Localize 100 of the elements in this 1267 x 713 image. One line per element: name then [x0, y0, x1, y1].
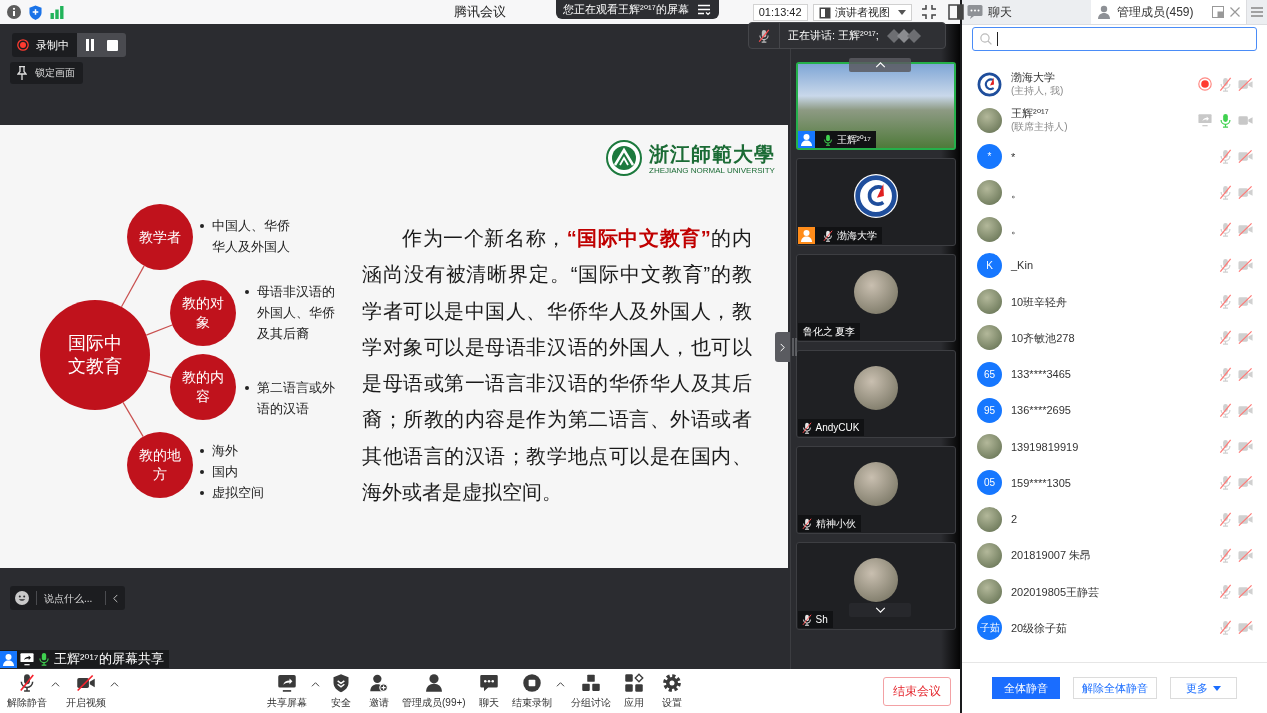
search-field[interactable]	[972, 27, 1257, 51]
mute-all-button[interactable]: 全体静音	[992, 677, 1060, 699]
video-tile[interactable]: AndyCUK	[795, 350, 956, 438]
stop-recording-button[interactable]: 结束录制	[507, 672, 556, 710]
avatar-photo	[977, 289, 1002, 315]
resize-handle-icon[interactable]	[792, 338, 797, 356]
start-video-button[interactable]: 开启视频	[62, 672, 110, 710]
share-screen-button[interactable]: 共享屏幕	[263, 672, 311, 710]
muted-mic-icon[interactable]	[1217, 76, 1233, 92]
menu-icon[interactable]	[1250, 7, 1263, 17]
video-tile[interactable]: 王辉²⁰¹⁷	[795, 62, 956, 150]
camera-off-icon[interactable]	[1237, 402, 1253, 418]
avatar-initials: 95	[977, 397, 1002, 423]
video-tile[interactable]: 精神小伙	[795, 446, 956, 534]
end-meeting-button[interactable]: 结束会议	[883, 676, 951, 706]
caret-up-icon[interactable]	[555, 681, 565, 687]
scroll-down-button[interactable]	[849, 603, 911, 617]
logo-subtitle: ZHEJIANG NORMAL UNIVERSITY	[649, 166, 775, 176]
chat-button[interactable]: 聊天	[469, 672, 508, 710]
members-button[interactable]: 管理成员(99+)	[398, 672, 470, 710]
member-name: 136****2695	[1011, 403, 1071, 418]
close-icon[interactable]	[1229, 7, 1240, 17]
view-mode-dropdown[interactable]: 演讲者视图	[812, 4, 912, 21]
apps-button[interactable]: 应用	[614, 672, 653, 710]
muted-mic-icon[interactable]	[1217, 620, 1233, 636]
settings-button[interactable]: 设置	[652, 672, 691, 710]
breakout-rooms-button[interactable]: 分组讨论	[566, 672, 615, 710]
list-icon[interactable]	[696, 3, 711, 16]
muted-mic-icon[interactable]	[1217, 475, 1233, 491]
bullet-text: 母语非汉语的外国人、华侨及其后裔	[257, 283, 336, 343]
member-name: 渤海大学	[1011, 70, 1055, 85]
caret-up-icon[interactable]	[311, 681, 320, 687]
viewing-notice: 您正在观看王辉²⁰¹⁷的屏幕	[563, 2, 689, 17]
camera-off-icon[interactable]	[1237, 149, 1253, 165]
camera-off-icon[interactable]	[1237, 76, 1253, 92]
muted-mic-icon[interactable]	[1217, 366, 1233, 382]
more-button[interactable]: 更多	[1170, 677, 1237, 699]
bullet-icon	[200, 223, 204, 228]
connector-line	[147, 370, 172, 379]
participant-name: 王辉²⁰¹⁷	[836, 132, 871, 147]
emblem-icon	[606, 140, 642, 176]
panel-tab[interactable]: 管理成员(459)	[1091, 0, 1202, 24]
muted-mic-icon[interactable]	[1217, 149, 1233, 165]
signal-icon[interactable]	[50, 5, 64, 19]
camera-off-icon[interactable]	[1237, 294, 1253, 310]
stop-circle-icon	[521, 672, 542, 693]
camera-off-icon[interactable]	[1237, 584, 1253, 600]
muted-mic-icon[interactable]	[1217, 439, 1233, 455]
camera-off-icon[interactable]	[1237, 221, 1253, 237]
share-label-text: 王辉²⁰¹⁷的屏幕共享	[54, 650, 164, 668]
lock-view-button[interactable]: 锁定画面	[10, 62, 83, 84]
camera-off-icon[interactable]	[1237, 547, 1253, 563]
emoji-icon[interactable]	[15, 591, 29, 605]
shield-icon[interactable]	[29, 5, 42, 20]
muted-mic-icon[interactable]	[1217, 257, 1233, 273]
camera-off-icon[interactable]	[1237, 257, 1253, 273]
muted-mic-icon[interactable]	[1217, 402, 1233, 418]
muted-mic-icon[interactable]	[1217, 221, 1233, 237]
muted-mic-icon[interactable]	[1217, 294, 1233, 310]
camera-off-icon[interactable]	[1237, 511, 1253, 527]
camera-off-icon[interactable]	[1237, 330, 1253, 346]
avatar-initials: *	[977, 144, 1002, 170]
camera-off-icon[interactable]	[1237, 475, 1253, 491]
muted-mic-icon[interactable]	[1217, 185, 1233, 201]
mic-icon	[37, 652, 51, 666]
exit-fullscreen-icon[interactable]	[920, 4, 937, 20]
camera-off-icon[interactable]	[1237, 439, 1253, 455]
muted-mic-icon[interactable]	[1217, 584, 1233, 600]
video-tile[interactable]: 鲁化之 夏李	[795, 254, 956, 342]
recording-label: 录制中	[36, 37, 69, 53]
shield-icon	[331, 672, 351, 693]
caret-up-icon[interactable]	[110, 681, 119, 687]
muted-mic-icon[interactable]	[1217, 511, 1233, 527]
panel-tab[interactable]: 聊天	[962, 0, 1092, 24]
collapse-strip-button[interactable]	[775, 332, 790, 362]
sidebar-toggle-icon[interactable]	[947, 4, 964, 20]
camera-off-icon[interactable]	[1237, 366, 1253, 382]
bullet-icon	[200, 448, 204, 453]
unmute-all-button[interactable]: 解除全体静音	[1073, 677, 1157, 699]
chat-input-field[interactable]: 说点什么...	[44, 592, 98, 604]
unmute-button[interactable]: 解除静音	[3, 672, 51, 710]
info-icon[interactable]	[7, 5, 21, 19]
member-role: (主持人, 我)	[1011, 84, 1064, 99]
video-tile[interactable]: 渤海大学	[795, 158, 956, 246]
muted-mic-icon[interactable]	[1217, 547, 1233, 563]
caret-up-icon[interactable]	[51, 681, 60, 687]
muted-mic-icon[interactable]	[1217, 330, 1233, 346]
camera-off-icon[interactable]	[1237, 185, 1253, 201]
invite-button[interactable]: 邀请	[360, 672, 398, 710]
stop-icon[interactable]	[107, 39, 118, 51]
video-tile[interactable]: Sh	[795, 542, 956, 630]
pop-out-icon[interactable]	[1211, 6, 1224, 18]
avatar-photo	[977, 434, 1002, 460]
security-button[interactable]: 安全	[322, 672, 360, 710]
pause-icon[interactable]	[85, 39, 95, 51]
camera-off-icon[interactable]	[1237, 620, 1253, 636]
bullet-icon	[200, 469, 204, 474]
avatar-photo	[977, 180, 1002, 206]
chevron-left-icon[interactable]	[113, 593, 118, 603]
scroll-up-button[interactable]	[849, 58, 911, 72]
